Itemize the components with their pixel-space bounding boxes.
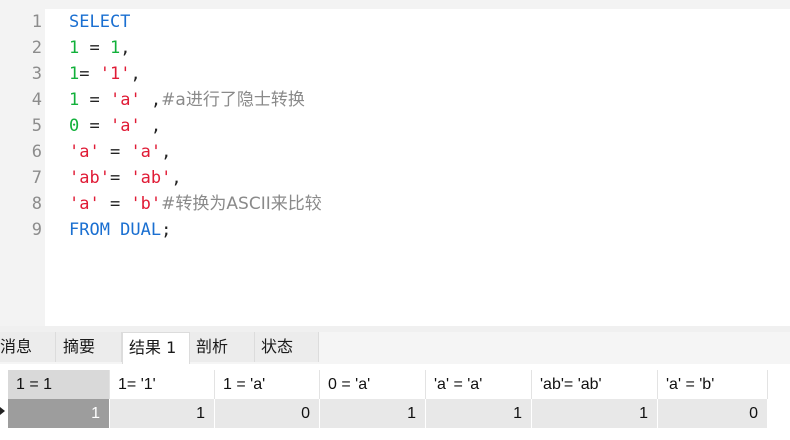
table-cell[interactable]: 0 — [215, 399, 320, 428]
code-token: 'a' — [69, 142, 100, 162]
table-cell[interactable]: 1 — [532, 399, 658, 428]
code-token: = — [109, 168, 131, 188]
code-token: 1 — [69, 90, 80, 110]
line-number: 4 — [31, 90, 42, 110]
code-token: , — [140, 116, 162, 136]
code-token: = — [79, 90, 110, 110]
code-token: = — [99, 142, 131, 162]
line-number: 8 — [31, 194, 42, 214]
code-line[interactable]: 0 = 'a' , — [69, 113, 161, 139]
result-grid: 1 = 1 1= '1' 1 = 'a' 0 = 'a' 'a' = 'a' '… — [0, 364, 790, 440]
code-token: 1 — [69, 38, 80, 58]
line-number: 6 — [31, 142, 42, 162]
column-header[interactable]: 1 = 'a' — [215, 370, 320, 399]
line-number: 1 — [31, 12, 42, 32]
code-token: = — [79, 38, 110, 58]
code-token: , — [161, 142, 172, 162]
code-line[interactable]: 'a' = 'a', — [69, 139, 171, 165]
line-number: 3 — [31, 64, 42, 84]
code-line[interactable]: FROM DUAL; — [69, 217, 171, 243]
code-token: 'ab' — [130, 168, 172, 188]
line-number: 9 — [31, 220, 42, 240]
code-line[interactable]: 1 = 1, — [69, 35, 130, 61]
code-token: 'ab' — [69, 168, 110, 188]
code-token: '1' — [99, 64, 131, 84]
code-token: 'a' — [109, 90, 141, 110]
column-header[interactable]: 'ab'= 'ab' — [532, 370, 658, 399]
code-token: , — [130, 64, 141, 84]
code-token: 0 — [69, 116, 80, 136]
table-cell[interactable]: 1 — [426, 399, 532, 428]
tab-status[interactable]: 状态 — [255, 332, 319, 362]
column-header[interactable]: 1= '1' — [110, 370, 215, 399]
code-line[interactable]: SELECT — [69, 9, 130, 35]
code-token: = — [79, 64, 100, 84]
sql-editor[interactable]: 1 2 3 4 5 6 7 8 9 SELECT 1 = 1, 1= '1', … — [0, 0, 790, 326]
tab-messages[interactable]: 消息 — [0, 332, 56, 362]
result-tab-bar: 消息 摘要 结果 1 剖析 状态 — [0, 332, 790, 364]
code-line[interactable]: 1 = 'a' ,#a进行了隐士转换 — [69, 87, 305, 113]
line-number-gutter: 1 2 3 4 5 6 7 8 9 — [0, 9, 45, 326]
code-line[interactable]: 'ab'= 'ab', — [69, 165, 182, 191]
table-cell[interactable]: 0 — [658, 399, 768, 428]
code-token: ; — [161, 220, 172, 240]
code-token: 'b' — [130, 194, 162, 214]
code-token: #a进行了隐士转换 — [161, 90, 305, 110]
line-number: 2 — [31, 38, 42, 58]
code-token: SELECT — [69, 12, 131, 32]
table-cell[interactable]: 1 — [320, 399, 426, 428]
tab-profile[interactable]: 剖析 — [190, 332, 255, 362]
code-token: 'a' — [69, 194, 100, 214]
table-cell[interactable]: 1 — [8, 399, 110, 428]
code-token: 'a' — [109, 116, 141, 136]
current-row-arrow-icon — [0, 407, 5, 415]
column-header[interactable]: 0 = 'a' — [320, 370, 426, 399]
column-header[interactable]: 'a' = 'b' — [658, 370, 768, 399]
column-header[interactable]: 'a' = 'a' — [426, 370, 532, 399]
code-line[interactable]: 'a' = 'b'#转换为ASCII来比较 — [69, 191, 322, 217]
code-token: 1 — [109, 38, 121, 58]
tab-result-1[interactable]: 结果 1 — [122, 332, 190, 364]
table-cell[interactable]: 1 — [110, 399, 215, 428]
code-token: = — [99, 194, 131, 214]
code-token: FROM DUAL — [69, 220, 162, 240]
line-number: 7 — [31, 168, 42, 188]
code-token: 'a' — [130, 142, 162, 162]
code-token: , — [140, 90, 162, 110]
code-token: #转换为ASCII来比较 — [161, 194, 322, 214]
tab-summary[interactable]: 摘要 — [56, 332, 122, 362]
code-token: = — [79, 116, 110, 136]
code-line[interactable]: 1= '1', — [69, 61, 141, 87]
code-token: , — [120, 38, 131, 58]
code-token: 1 — [69, 64, 80, 84]
line-number: 5 — [31, 116, 42, 136]
column-header[interactable]: 1 = 1 — [8, 370, 110, 399]
editor-top-strip — [0, 0, 790, 9]
code-token: , — [171, 168, 182, 188]
